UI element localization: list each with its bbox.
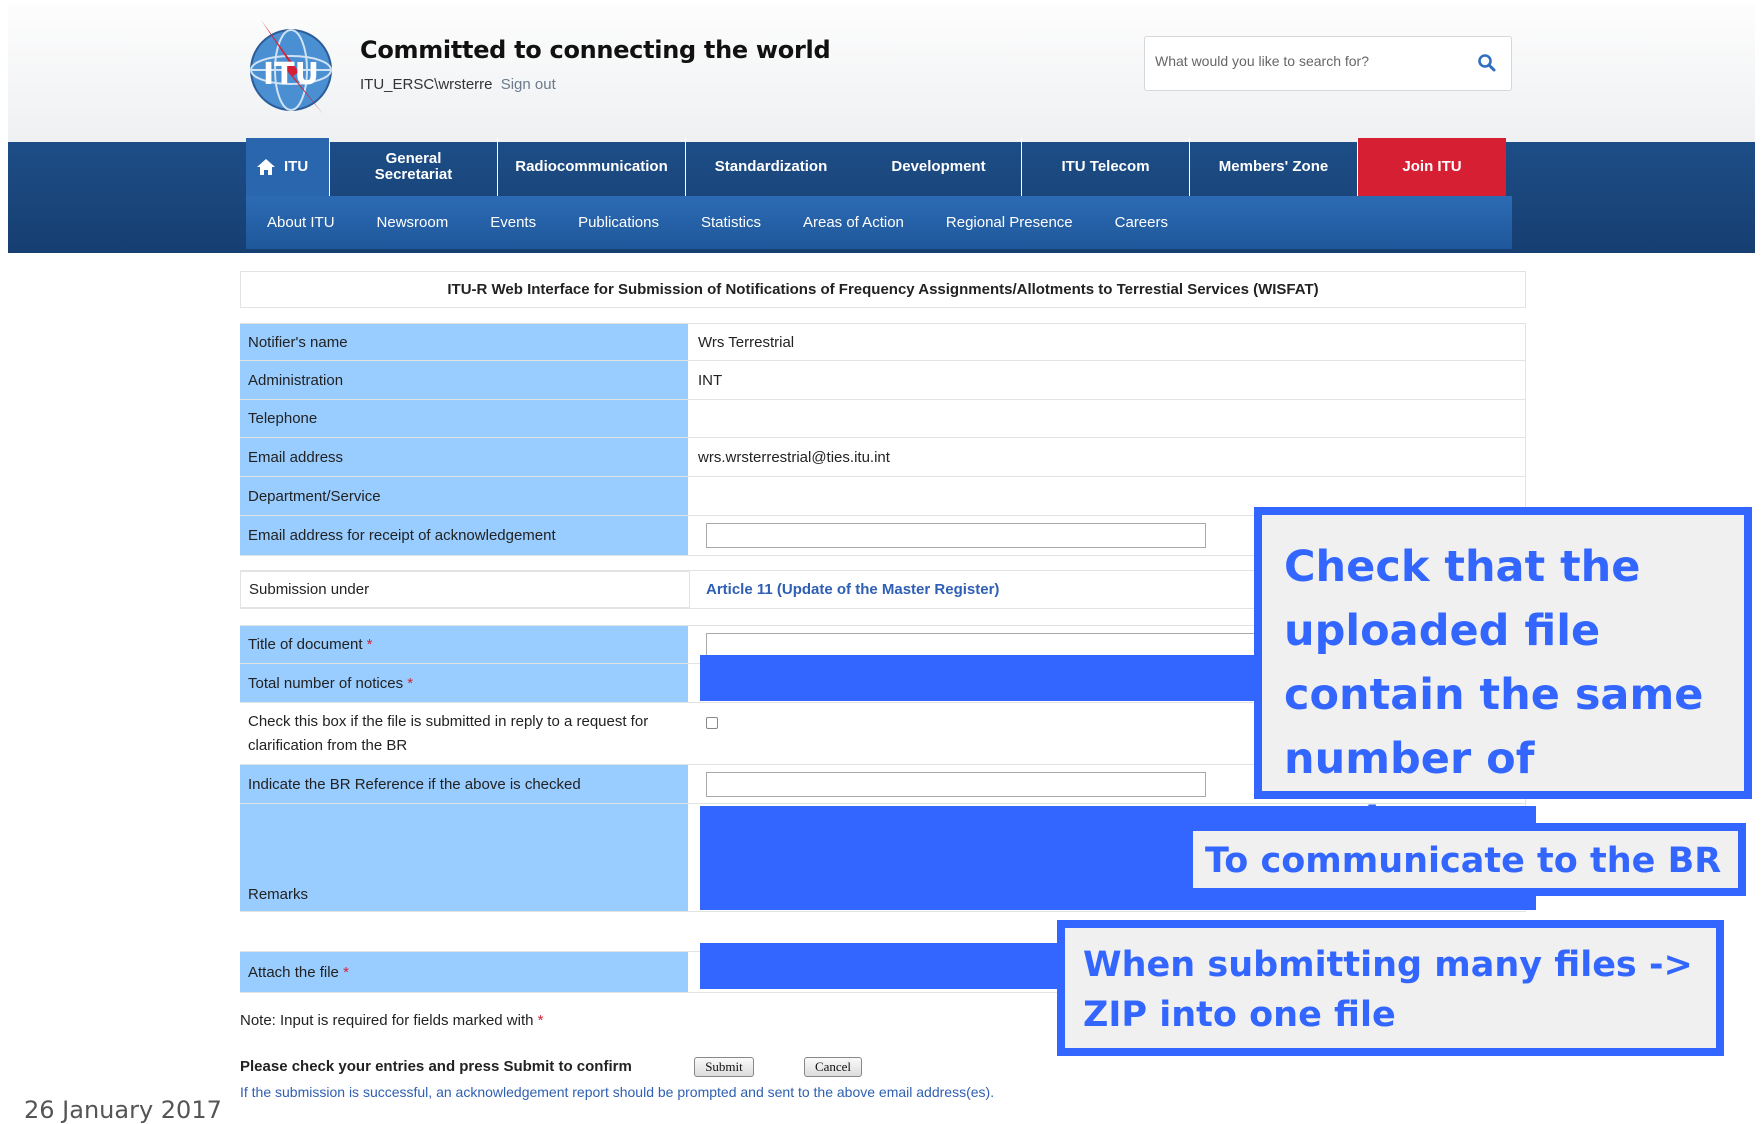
row-notifier: Notifier's name Wrs Terrestrial [240,323,1526,361]
success-message: If the submission is successful, an ackn… [240,1084,995,1100]
callout-zip: When submitting many files -> ZIP into o… [1057,920,1724,1056]
email-label: Email address [240,438,690,476]
sub-nav: About ITU Newsroom Events Publications S… [246,196,1512,249]
subnav-about-itu[interactable]: About ITU [246,214,356,231]
required-note: Note: Input is required for fields marke… [240,1012,543,1029]
username: ITU_ERSC\wrsterre [360,76,493,93]
row-telephone: Telephone [240,400,1526,438]
clarification-label: Check this box if the file is submitted … [240,703,690,764]
subnav-newsroom[interactable]: Newsroom [356,214,470,231]
cancel-button[interactable]: Cancel [804,1057,862,1077]
department-label: Department/Service [240,477,690,515]
subnav-statistics[interactable]: Statistics [680,214,782,231]
tagline: Committed to connecting the world [360,36,831,64]
main-nav: ITU General Secretariat Radiocommunicati… [246,138,1506,196]
svg-text:ITU: ITU [263,57,319,92]
required-note-text: Note: Input is required for fields marke… [240,1012,534,1029]
administration-label: Administration [240,361,690,399]
subnav-publications[interactable]: Publications [557,214,680,231]
title-doc-label: Title of document * [240,626,690,663]
notifier-label: Notifier's name [240,324,690,360]
highlight-bar [700,655,1260,701]
search-input[interactable] [1155,53,1455,69]
home-icon [257,159,275,175]
search-icon[interactable] [1477,53,1497,73]
nav-item-standardization[interactable]: Standardization [686,138,856,196]
total-notices-label: Total number of notices * [240,664,690,702]
submit-button[interactable]: Submit [694,1057,754,1077]
nav-item-development[interactable]: Development [856,138,1022,196]
nav-item-label: ITU [284,158,309,175]
ack-email-label: Email address for receipt of acknowledge… [240,516,690,555]
attach-label: Attach the file * [240,952,690,992]
required-mark: * [366,636,373,653]
nav-item-general-secretariat[interactable]: General Secretariat [330,138,498,196]
nav-item-members-zone[interactable]: Members' Zone [1190,138,1358,196]
total-notices-label-text: Total number of notices [248,674,404,692]
telephone-label: Telephone [240,400,690,437]
nav-item-radiocommunication[interactable]: Radiocommunication [498,138,686,196]
email-value: wrs.wrsterrestrial@ties.itu.int [698,438,1526,476]
nav-item-join-itu[interactable]: Join ITU [1358,138,1506,196]
required-mark: * [537,1012,544,1029]
ack-email-input[interactable] [706,523,1206,548]
form-title: ITU-R Web Interface for Submission of No… [240,271,1526,308]
telephone-value [698,400,1526,437]
sign-out-link[interactable]: Sign out [501,76,556,93]
row-administration: Administration INT [240,361,1526,400]
clarification-checkbox[interactable] [706,717,718,729]
subnav-areas-of-action[interactable]: Areas of Action [782,214,925,231]
user-line: ITU_ERSC\wrsterre Sign out [360,76,556,93]
br-reference-label: Indicate the BR Reference if the above i… [240,765,690,803]
required-mark: * [343,963,349,981]
attach-label-text: Attach the file [248,963,339,981]
nav-item-itu[interactable]: ITU [246,138,330,196]
highlight-bar [700,943,1062,989]
itu-logo[interactable]: ITU [243,18,343,118]
required-mark: * [407,674,414,692]
submission-label: Submission under [240,571,690,608]
remarks-label: Remarks [240,804,690,911]
title-doc-label-text: Title of document [248,636,363,653]
subnav-careers[interactable]: Careers [1094,214,1189,231]
slide-date: 26 January 2017 [24,1096,222,1124]
confirm-text: Please check your entries and press Subm… [240,1058,632,1075]
nav-item-itu-telecom[interactable]: ITU Telecom [1022,138,1190,196]
callout-communicate: To communicate to the BR [1185,823,1746,896]
br-reference-input[interactable] [706,772,1206,797]
row-email: Email address wrs.wrsterrestrial@ties.it… [240,438,1526,477]
search-box[interactable] [1144,36,1512,91]
subnav-regional-presence[interactable]: Regional Presence [925,214,1094,231]
notifier-value: Wrs Terrestrial [698,324,1526,360]
subnav-events[interactable]: Events [469,214,557,231]
administration-value: INT [698,361,1526,399]
callout-check-count: Check that the uploaded file contain the… [1254,507,1752,848]
